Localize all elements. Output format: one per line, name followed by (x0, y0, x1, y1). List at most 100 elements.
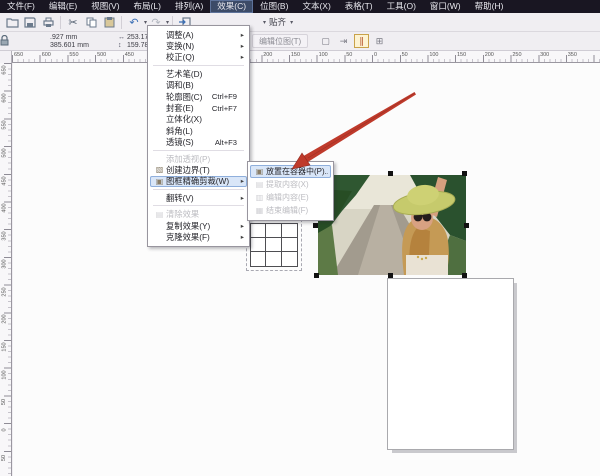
effects-menu-item[interactable]: 透镜(S) Alt+F3 (150, 137, 247, 148)
menubar-item[interactable]: 编辑(E) (42, 0, 84, 13)
effects-menu-item[interactable]: 调和(B) (150, 80, 247, 91)
menubar-item[interactable]: 帮助(H) (468, 0, 511, 13)
graph-paper-object[interactable] (250, 223, 298, 267)
straighten-bitmap-icon[interactable]: ∥ (354, 34, 369, 48)
menu-item-icon: ▣ (153, 177, 166, 186)
effects-menu-item[interactable]: 校正(Q) ▸ (150, 52, 247, 63)
snap-to-label: 贴齐 (269, 16, 286, 28)
effects-menu-item[interactable]: 轮廓图(C) Ctrl+F9 (150, 91, 247, 102)
effects-menu-item[interactable]: 添加透视(P) (150, 153, 247, 164)
ruler-label: 100 (427, 51, 455, 60)
ruler-label: 100 (0, 368, 9, 396)
ruler-label: 50 (344, 51, 372, 60)
bitmap-options-icon[interactable]: ⊞ (372, 34, 387, 48)
copy-icon[interactable] (83, 15, 99, 30)
ruler-origin-box[interactable] (0, 51, 12, 63)
ruler-label: 650 (0, 63, 9, 91)
menu-bar: 文件(F)编辑(E)视图(V)布局(L)排列(A)效果(C)位图(B)文本(X)… (0, 0, 600, 13)
selection-handle[interactable] (464, 223, 469, 228)
save-icon[interactable] (22, 15, 38, 30)
menu-separator (153, 150, 244, 151)
powerclip-submenu-item[interactable]: ▦ 结束编辑(F) (250, 204, 331, 217)
submenu-arrow-icon: ▸ (237, 31, 244, 39)
selection-handle[interactable] (388, 171, 393, 176)
ruler-label: 0 (0, 423, 9, 451)
ruler-label: 100 (317, 51, 345, 60)
effects-menu-item[interactable]: ▧ 创建边界(T) (150, 164, 247, 175)
edit-bitmap-button[interactable]: 编辑位图(T) (252, 34, 308, 48)
menu-separator (153, 65, 244, 66)
coreldraw-window: 文件(F)编辑(E)视图(V)布局(L)排列(A)效果(C)位图(B)文本(X)… (0, 0, 600, 476)
vertical-ruler[interactable]: 6506005505004504003503002502001501005005… (0, 63, 12, 476)
shortcut-label: Alt+F3 (215, 138, 237, 147)
effects-menu-item[interactable]: 克隆效果(F) ▸ (150, 231, 247, 242)
submenu-arrow-icon: ▸ (237, 222, 244, 230)
menubar-item[interactable]: 窗口(W) (423, 0, 468, 13)
selection-handle[interactable] (462, 273, 467, 278)
open-icon[interactable] (4, 15, 20, 30)
ruler-label: 150 (455, 51, 483, 60)
menubar-item[interactable]: 文本(X) (295, 0, 337, 13)
print-icon[interactable] (40, 15, 56, 30)
ruler-label: 250 (0, 285, 9, 313)
selection-handle[interactable] (314, 273, 319, 278)
snap-to-control[interactable]: ▾ 贴齐 ▾ (262, 16, 293, 28)
ruler-label: 600 (0, 91, 9, 119)
menu-item-icon: ▧ (153, 165, 166, 174)
submenu-arrow-icon: ▸ (237, 194, 244, 202)
menubar-item[interactable]: 排列(A) (168, 0, 210, 13)
width-icon: ↔ (118, 34, 127, 41)
shortcut-label: Ctrl+F9 (212, 92, 237, 101)
menubar-item[interactable]: 工具(O) (380, 0, 423, 13)
document-page[interactable] (387, 278, 514, 450)
submenu-arrow-icon: ▸ (237, 53, 244, 61)
powerclip-submenu-item[interactable]: ▣ 放置在容器中(P)... (250, 165, 331, 178)
selection-handle[interactable] (388, 273, 393, 278)
ruler-label: 200 (483, 51, 511, 60)
chevron-down-icon: ▾ (290, 19, 293, 26)
property-bar: .927 mm ↔253.175 mm 100.0 % 385.601 mm ↕… (0, 32, 600, 51)
paste-icon[interactable] (101, 15, 117, 30)
ruler-label: 350 (566, 51, 594, 60)
crop-bitmap-icon[interactable]: ▢ (318, 34, 333, 48)
effects-menu-item[interactable]: 艺术笔(D) (150, 68, 247, 79)
effects-menu-item[interactable]: 变换(N) ▸ (150, 40, 247, 51)
effects-menu-item[interactable]: 复制效果(Y) ▸ (150, 220, 247, 231)
powerclip-submenu-item[interactable]: ▥ 编辑内容(E) (250, 191, 331, 204)
ruler-label: 500 (95, 51, 123, 60)
effects-menu-item[interactable]: 翻转(V) ▸ (150, 192, 247, 203)
drawing-canvas[interactable] (13, 63, 600, 476)
powerclip-submenu-item[interactable]: ▤ 提取内容(X) (250, 178, 331, 191)
effects-menu-item[interactable]: 封套(E) Ctrl+F7 (150, 102, 247, 113)
ruler-label: 0 (372, 51, 400, 60)
menubar-item[interactable]: 表格(T) (338, 0, 380, 13)
bitmap-photo-woman-in-hat[interactable] (318, 175, 466, 275)
effects-menu-item[interactable]: 调整(A) ▸ (150, 29, 247, 40)
effects-dropdown-menu: 调整(A) ▸ 变换(N) ▸ 校正(Q) ▸ 艺术笔(D) 调和(B (147, 25, 250, 247)
object-x-field[interactable]: .927 mm (50, 34, 114, 41)
ruler-label: 350 (0, 229, 9, 257)
submenu-arrow-icon: ▸ (237, 177, 244, 185)
undo-icon[interactable]: ↶ (126, 15, 142, 30)
menubar-item[interactable]: 效果(C) (210, 0, 253, 13)
menu-item-icon: ▦ (253, 206, 266, 215)
ruler-label: 50 (0, 395, 9, 423)
menubar-item[interactable]: 视图(V) (84, 0, 126, 13)
menu-item-icon: ▤ (253, 180, 266, 189)
menubar-item[interactable]: 布局(L) (127, 0, 168, 13)
effects-menu-item[interactable]: 立体化(X) (150, 114, 247, 125)
selection-handle[interactable] (313, 223, 318, 228)
object-y-field[interactable]: 385.601 mm (50, 42, 114, 49)
horizontal-ruler[interactable]: 6506005505004504003503002502001501005005… (0, 51, 600, 63)
ruler-label: 550 (67, 51, 95, 60)
effects-menu-item[interactable]: 斜角(L) (150, 125, 247, 136)
ruler-label: 200 (261, 51, 289, 60)
menubar-item[interactable]: 文件(F) (0, 0, 42, 13)
effects-menu-item[interactable]: ▣ 图框精确剪裁(W) ▸ (150, 176, 247, 187)
cut-icon[interactable]: ✂ (65, 15, 81, 30)
selection-handle[interactable] (462, 171, 467, 176)
menubar-item[interactable]: 位图(B) (253, 0, 295, 13)
lock-ratio-icon[interactable] (0, 35, 46, 48)
effects-menu-item[interactable]: ▤ 清除效果 (150, 208, 247, 219)
trace-bitmap-icon[interactable]: ⇥ (336, 34, 351, 48)
